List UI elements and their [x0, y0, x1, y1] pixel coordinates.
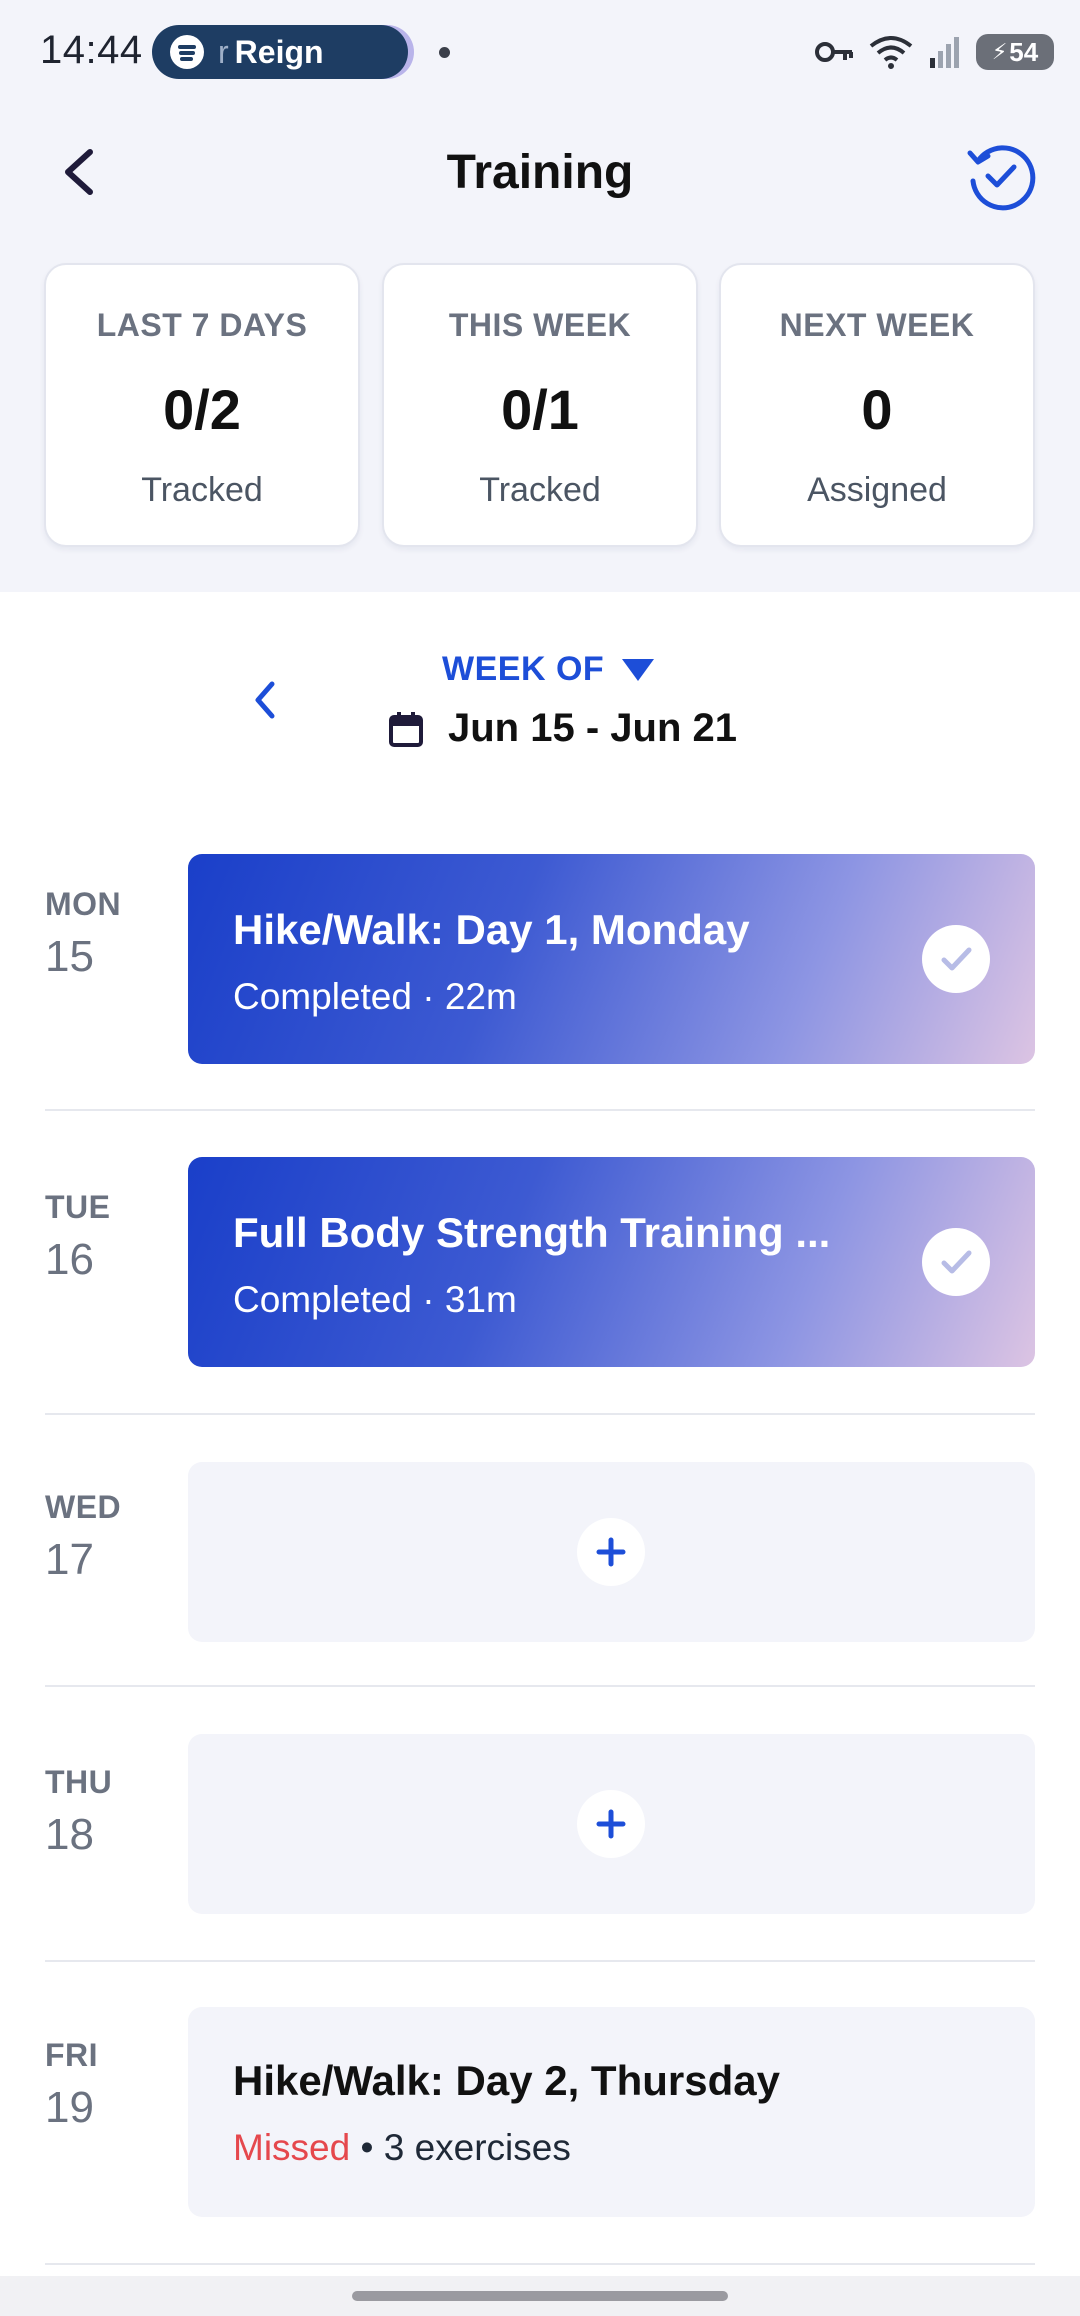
day-name: THU	[45, 1764, 113, 1800]
stat-label: THIS WEEK	[448, 307, 632, 343]
stat-sub: Tracked	[141, 471, 263, 509]
missed-label: Missed	[233, 2127, 351, 2168]
media-title: r Reign	[218, 33, 324, 70]
status-time: 14:44	[40, 28, 143, 72]
stat-sub: Tracked	[479, 471, 601, 509]
stat-label: LAST 7 DAYS	[96, 307, 308, 343]
week-range[interactable]: Jun 15 - Jun 21	[388, 706, 737, 751]
week-of-dropdown[interactable]: WEEK OF	[442, 650, 655, 689]
workout-card[interactable]: Hike/Walk: Day 2, Thursday Missed • 3 ex…	[188, 2007, 1035, 2217]
chevron-left-icon	[255, 681, 275, 719]
stat-card-this-week: THIS WEEK 0/1 Tracked	[382, 263, 698, 547]
week-range-text: Jun 15 - Jun 21	[448, 706, 737, 750]
workout-card[interactable]: Full Body Strength Training ... Complete…	[188, 1157, 1035, 1367]
page-title: Training	[446, 146, 634, 199]
history-check-icon	[967, 145, 1036, 211]
stat-label: NEXT WEEK	[779, 307, 975, 343]
add-workout-button[interactable]	[577, 1518, 645, 1586]
day-date: 16	[45, 1235, 94, 1284]
status-icons: ⚡ 54	[814, 30, 1054, 74]
stat-sub: Assigned	[807, 471, 947, 509]
divider	[45, 1960, 1035, 1962]
workout-card[interactable]: Hike/Walk: Day 1, Monday Completed · 22m	[188, 854, 1035, 1064]
workout-title: Full Body Strength Training ...	[233, 1209, 831, 1256]
signal-icon	[930, 37, 959, 68]
bolt-icon: ⚡	[991, 39, 1008, 64]
day-date: 18	[45, 1810, 94, 1859]
notification-dot-icon	[439, 47, 450, 58]
history-button[interactable]	[964, 139, 1036, 211]
week-of-label: WEEK OF	[442, 650, 605, 688]
caret-down-icon	[622, 658, 655, 681]
day-name: FRI	[45, 2037, 99, 2073]
day-name: WED	[45, 1489, 122, 1525]
stat-value: 0	[861, 378, 893, 441]
stat-card-next-week: NEXT WEEK 0 Assigned	[719, 263, 1035, 547]
stat-card-last-7-days: LAST 7 DAYS 0/2 Tracked	[44, 263, 360, 547]
media-playback-pill[interactable]: r Reign	[152, 25, 408, 79]
day-row-wed: WED 17	[0, 1462, 1080, 1766]
day-name: MON	[45, 886, 122, 922]
check-icon	[922, 1228, 990, 1296]
day-row-fri: FRI 19 Hike/Walk: Day 2, Thursday Missed…	[0, 2007, 1080, 2311]
day-name: TUE	[45, 1189, 111, 1225]
plus-icon	[596, 1809, 626, 1839]
divider	[45, 2263, 1035, 2265]
day-date: 15	[45, 932, 94, 981]
workout-title: Hike/Walk: Day 1, Monday	[233, 906, 750, 953]
day-row-mon: MON 15 Hike/Walk: Day 1, Monday Complete…	[0, 854, 1080, 1158]
previous-week-button[interactable]	[246, 676, 286, 724]
home-gesture-handle[interactable]	[352, 2291, 728, 2301]
workout-status: Missed • 3 exercises	[233, 2127, 571, 2168]
empty-day-card	[188, 1734, 1035, 1914]
day-row-tue: TUE 16 Full Body Strength Training ... C…	[0, 1157, 1080, 1461]
workout-status: Completed · 22m	[233, 976, 517, 1017]
plus-icon	[596, 1537, 626, 1567]
divider	[45, 1685, 1035, 1687]
system-nav-bar	[0, 2276, 1080, 2316]
stat-value: 0/1	[501, 378, 579, 441]
day-date: 19	[45, 2083, 94, 2132]
add-workout-button[interactable]	[577, 1790, 645, 1858]
empty-day-card	[188, 1462, 1035, 1642]
workout-title: Hike/Walk: Day 2, Thursday	[233, 2057, 780, 2104]
stat-value: 0/2	[163, 378, 241, 441]
vpn-key-icon	[815, 42, 853, 62]
day-row-thu: THU 18	[0, 1734, 1080, 2038]
workout-status: Completed · 31m	[233, 1279, 517, 1320]
divider	[45, 1109, 1035, 1111]
calendar-icon	[389, 711, 423, 747]
spotify-icon	[170, 35, 204, 69]
divider	[45, 1413, 1035, 1415]
wifi-icon	[869, 36, 913, 69]
check-icon	[922, 925, 990, 993]
status-bar: 14:44 r Reign ⚡ 54	[0, 0, 1080, 104]
battery-indicator: ⚡ 54	[976, 34, 1054, 70]
day-date: 17	[45, 1535, 94, 1584]
